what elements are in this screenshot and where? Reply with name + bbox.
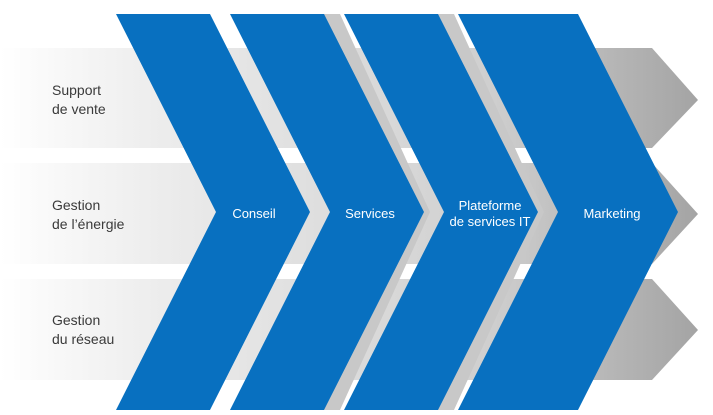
chevron-label-plateforme: Plateforme de services IT — [438, 198, 542, 230]
row-label-gestion-reseau: Gestion du réseau — [52, 311, 114, 349]
chevron-label-line: Conseil — [232, 206, 276, 221]
row-label-line: de vente — [52, 101, 106, 117]
chevron-label-line: Marketing — [583, 206, 641, 221]
process-diagram: Support de vente Gestion de l’énergie Ge… — [0, 0, 713, 410]
chevron-label-line: de services IT — [449, 214, 531, 229]
chevron-label-marketing: Marketing — [567, 206, 657, 222]
row-label-line: Gestion — [52, 197, 101, 213]
row-label-line: de l’énergie — [52, 216, 125, 232]
chevron-label-services: Services — [330, 206, 410, 222]
chevron-label-line: Services — [345, 206, 395, 221]
row-label-gestion-energie: Gestion de l’énergie — [52, 196, 124, 234]
row-label-line: Support — [52, 82, 102, 98]
chevron-label-conseil: Conseil — [214, 206, 294, 222]
chevron-label-line: Plateforme — [458, 198, 522, 213]
row-label-line: Gestion — [52, 312, 101, 328]
row-label-support-de-vente: Support de vente — [52, 81, 106, 119]
row-label-line: du réseau — [52, 331, 115, 347]
